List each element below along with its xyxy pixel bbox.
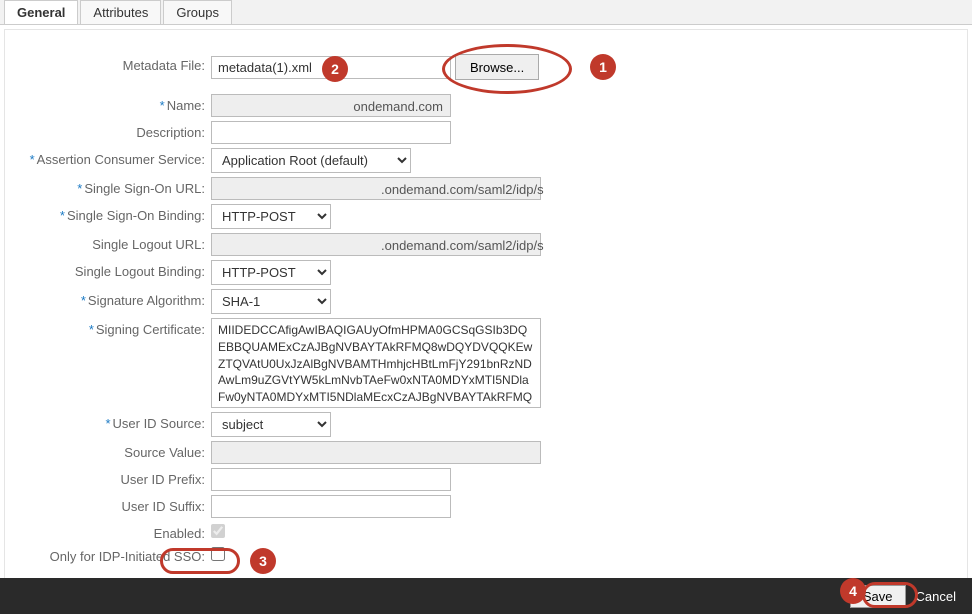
name-value-suffix: ondemand.com <box>353 99 443 114</box>
tab-attributes[interactable]: Attributes <box>80 0 161 24</box>
required-star: * <box>160 98 165 113</box>
label-sso-binding: Single Sign-On Binding: <box>67 208 205 223</box>
description-input[interactable] <box>211 121 451 144</box>
label-idp-initiated: Only for IDP-Initiated SSO: <box>15 545 211 564</box>
label-source-value: Source Value: <box>15 441 211 460</box>
idp-initiated-checkbox[interactable] <box>211 547 225 561</box>
required-star: * <box>60 208 65 223</box>
label-acs: Assertion Consumer Service: <box>37 152 205 167</box>
label-sig-alg: Signature Algorithm: <box>88 293 205 308</box>
sig-alg-select[interactable]: SHA-1 <box>211 289 331 314</box>
user-id-prefix-input[interactable] <box>211 468 451 491</box>
tab-groups[interactable]: Groups <box>163 0 232 24</box>
required-star: * <box>30 152 35 167</box>
label-signing-cert: Signing Certificate: <box>96 322 205 337</box>
tab-bar: General Attributes Groups <box>0 0 972 25</box>
sso-binding-select[interactable]: HTTP-POST <box>211 204 331 229</box>
required-star: * <box>105 416 110 431</box>
footer-bar: Save Cancel <box>0 578 972 614</box>
acs-select[interactable]: Application Root (default) <box>211 148 411 173</box>
label-slo-binding: Single Logout Binding: <box>15 260 211 279</box>
source-value-input[interactable] <box>211 441 541 464</box>
save-button[interactable]: Save <box>850 585 906 608</box>
user-id-suffix-input[interactable] <box>211 495 451 518</box>
enabled-checkbox <box>211 524 225 538</box>
signing-cert-textarea[interactable]: MIIDEDCCAfigAwIBAQIGAUyOfmHPMA0GCSqGSIb3… <box>211 318 541 408</box>
label-description: Description: <box>15 121 211 140</box>
label-sso-url: Single Sign-On URL: <box>84 181 205 196</box>
slo-binding-select[interactable]: HTTP-POST <box>211 260 331 285</box>
slo-url-suffix: .ondemand.com/saml2/idp/s <box>381 238 544 253</box>
browse-button[interactable]: Browse... <box>455 54 539 80</box>
tab-general[interactable]: General <box>4 0 78 24</box>
label-user-id-suffix: User ID Suffix: <box>15 495 211 514</box>
required-star: * <box>77 181 82 196</box>
sso-url-suffix: .ondemand.com/saml2/idp/s <box>381 182 544 197</box>
label-metadata-file: Metadata File: <box>15 54 211 73</box>
metadata-file-input[interactable] <box>211 56 451 79</box>
user-id-source-select[interactable]: subject <box>211 412 331 437</box>
required-star: * <box>89 322 94 337</box>
label-name: Name: <box>167 98 205 113</box>
cancel-link[interactable]: Cancel <box>912 586 960 607</box>
form-panel: Metadata File: Browse... *Name: ondemand… <box>4 29 968 581</box>
label-user-id-source: User ID Source: <box>113 416 205 431</box>
label-enabled: Enabled: <box>15 522 211 541</box>
label-user-id-prefix: User ID Prefix: <box>15 468 211 487</box>
label-slo-url: Single Logout URL: <box>15 233 211 252</box>
required-star: * <box>81 293 86 308</box>
